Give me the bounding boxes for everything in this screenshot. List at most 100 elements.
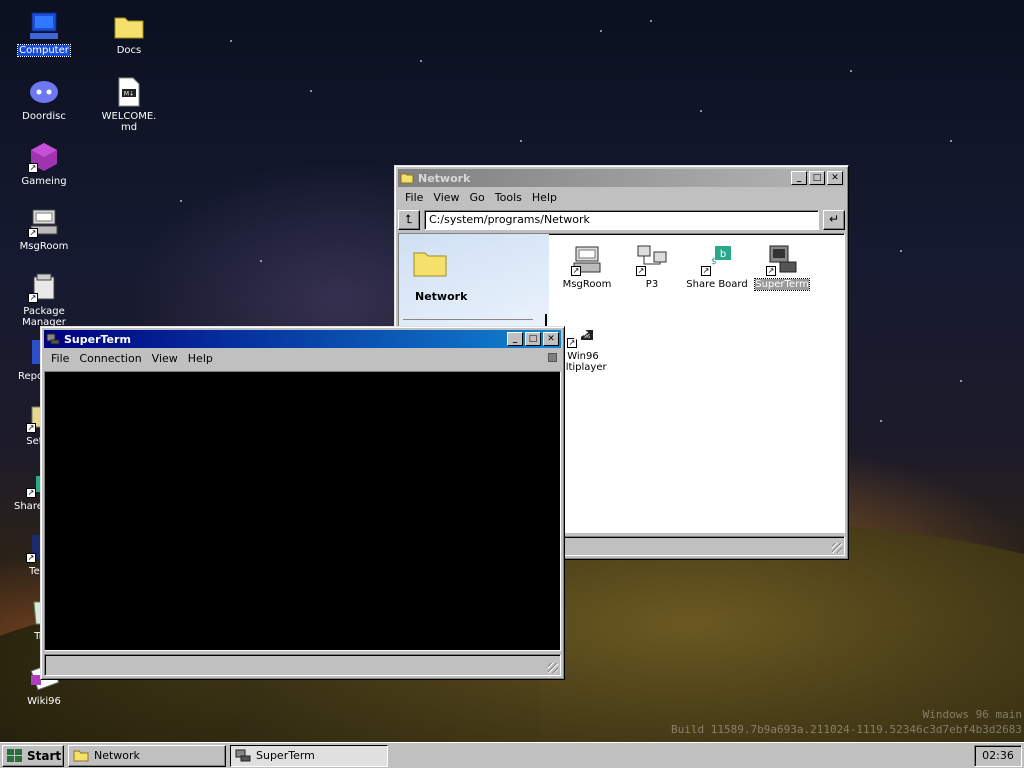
network-menubar: File View Go Tools Help [398, 187, 845, 207]
desktop-icon-label: Wiki96 [27, 696, 61, 707]
minimize-button[interactable]: _ [791, 171, 807, 185]
maximize-button[interactable]: □ [525, 332, 541, 346]
menu-file[interactable]: File [400, 191, 428, 204]
superterm-icon: ↗ [766, 244, 798, 276]
svg-text:96: 96 [584, 334, 590, 340]
file-item-superterm[interactable]: ↗ SuperTerm [749, 244, 815, 291]
folder-icon [113, 10, 145, 42]
menu-go[interactable]: Go [465, 191, 490, 204]
shortcut-arrow-icon: ↗ [26, 488, 36, 498]
superterm-statusbar [44, 654, 561, 676]
desktop-icon-computer[interactable]: Computer [14, 10, 74, 57]
markdown-file-icon: M↓ [113, 76, 145, 108]
shortcut-arrow-icon: ↗ [28, 293, 38, 303]
up-folder-button[interactable]: ⮤ [398, 210, 420, 230]
svg-text:b: b [720, 249, 726, 260]
menu-help[interactable]: Help [527, 191, 562, 204]
folder-icon [413, 248, 447, 281]
superterm-menubar: File Connection View Help [44, 348, 561, 368]
minimize-button[interactable]: _ [507, 332, 523, 346]
desktop-icon-label: Package Manager [22, 306, 66, 328]
file-item-label: SuperTerm [754, 278, 810, 291]
shortcut-arrow-icon: ↗ [26, 553, 36, 563]
start-logo-icon [7, 748, 22, 762]
desktop-icon-label: MsgRoom [19, 241, 69, 252]
resize-grip[interactable] [548, 663, 558, 673]
shortcut-arrow-icon: ↗ [26, 423, 36, 433]
build-number-line: Build 11589.7b9a693a.211024-1119.52346c3… [671, 723, 1022, 736]
superterm-window[interactable]: SuperTerm _ □ ✕ File Connection View Hel… [40, 326, 565, 680]
discord-icon [28, 76, 60, 108]
address-input[interactable]: C:/system/programs/Network [424, 210, 819, 230]
close-button[interactable]: ✕ [827, 171, 843, 185]
desktop-icon-label: Doordisc [22, 111, 66, 122]
cube-icon: ↗ [28, 141, 60, 173]
sidebar-divider [403, 319, 533, 320]
menu-connection[interactable]: Connection [74, 352, 146, 365]
desktop-icon-msgroom[interactable]: ↗ MsgRoom [14, 206, 74, 252]
close-button[interactable]: ✕ [543, 332, 559, 346]
menu-file[interactable]: File [46, 352, 74, 365]
file-item-share-board[interactable]: b $ ↗ Share Board [684, 244, 750, 290]
shortcut-arrow-icon: ↗ [636, 266, 646, 276]
network-titlebar[interactable]: Network _ □ ✕ [398, 169, 845, 187]
sidebar-title: Network [415, 290, 468, 303]
start-label: Start [27, 748, 62, 763]
menu-view[interactable]: View [428, 191, 464, 204]
desktop-icon-label: Share [14, 501, 43, 512]
desktop-icon-package-manager[interactable]: ↗ Package Manager [14, 271, 74, 328]
folder-icon [73, 750, 89, 762]
file-item-p3[interactable]: ↗ P3 [619, 244, 685, 290]
msgroom-icon: ↗ [28, 206, 60, 238]
desktop-icon-label: Docs [116, 45, 142, 56]
desktop-icon-label: WELCOME.md [101, 111, 157, 133]
start-button[interactable]: Start [2, 744, 64, 767]
task-label: Network [94, 749, 140, 762]
package-icon: ↗ [28, 271, 60, 303]
shortcut-arrow-icon: ↗ [28, 163, 38, 173]
msgroom-icon: ↗ [571, 244, 603, 276]
superterm-window-title: SuperTerm [64, 332, 131, 346]
p3-icon: ↗ [636, 244, 668, 276]
desktop-icon-welcome-md[interactable]: M↓ WELCOME.md [99, 76, 159, 133]
menu-tools[interactable]: Tools [490, 191, 527, 204]
menu-view[interactable]: View [147, 352, 183, 365]
taskbar-clock[interactable]: 02:36 [974, 744, 1022, 767]
svg-text:M↓: M↓ [124, 91, 134, 98]
desktop-icon-gameing[interactable]: ↗ Gameing [14, 141, 74, 187]
taskbar: Start Network SuperTerm 02:36 [0, 742, 1024, 768]
connection-indicator-icon [548, 353, 557, 362]
file-item-label: MsgRoom [562, 279, 612, 290]
superterm-icon [46, 333, 60, 345]
svg-text:$: $ [711, 257, 717, 267]
computer-icon [28, 10, 60, 42]
folder-icon [400, 173, 414, 184]
desktop-icon-doordisc[interactable]: Doordisc [14, 76, 74, 122]
desktop-icon-label: Computer [17, 44, 71, 57]
desktop-icon-label: Repo [18, 371, 44, 382]
shortcut-arrow-icon: ↗ [701, 266, 711, 276]
file-item-label: P3 [645, 279, 659, 290]
maximize-button[interactable]: □ [809, 171, 825, 185]
file-item-label: Share Board [686, 279, 748, 290]
task-label: SuperTerm [256, 749, 315, 762]
terminal-output[interactable] [44, 371, 561, 651]
shortcut-arrow-icon: ↗ [571, 266, 581, 276]
superterm-icon [235, 749, 251, 762]
shortcut-arrow-icon: ↗ [766, 266, 776, 276]
resize-grip[interactable] [832, 543, 842, 553]
menu-help[interactable]: Help [183, 352, 218, 365]
build-version-line: Windows 96 main [922, 708, 1022, 721]
taskbar-item-superterm[interactable]: SuperTerm [230, 744, 388, 767]
file-item-msgroom[interactable]: ↗ MsgRoom [554, 244, 620, 290]
file-item-label: Win96 ultiplayer [559, 351, 607, 373]
go-button[interactable]: ↵ [823, 210, 845, 230]
address-bar: ⮤ C:/system/programs/Network ↵ [398, 207, 845, 233]
shortcut-arrow-icon: ↗ [28, 228, 38, 238]
share-board-icon: b $ ↗ [701, 244, 733, 276]
desktop-icon-label: Gameing [21, 176, 67, 187]
superterm-titlebar[interactable]: SuperTerm _ □ ✕ [44, 330, 561, 348]
network-window-title: Network [418, 171, 471, 185]
taskbar-item-network[interactable]: Network [68, 744, 226, 767]
desktop-icon-docs[interactable]: Docs [99, 10, 159, 56]
